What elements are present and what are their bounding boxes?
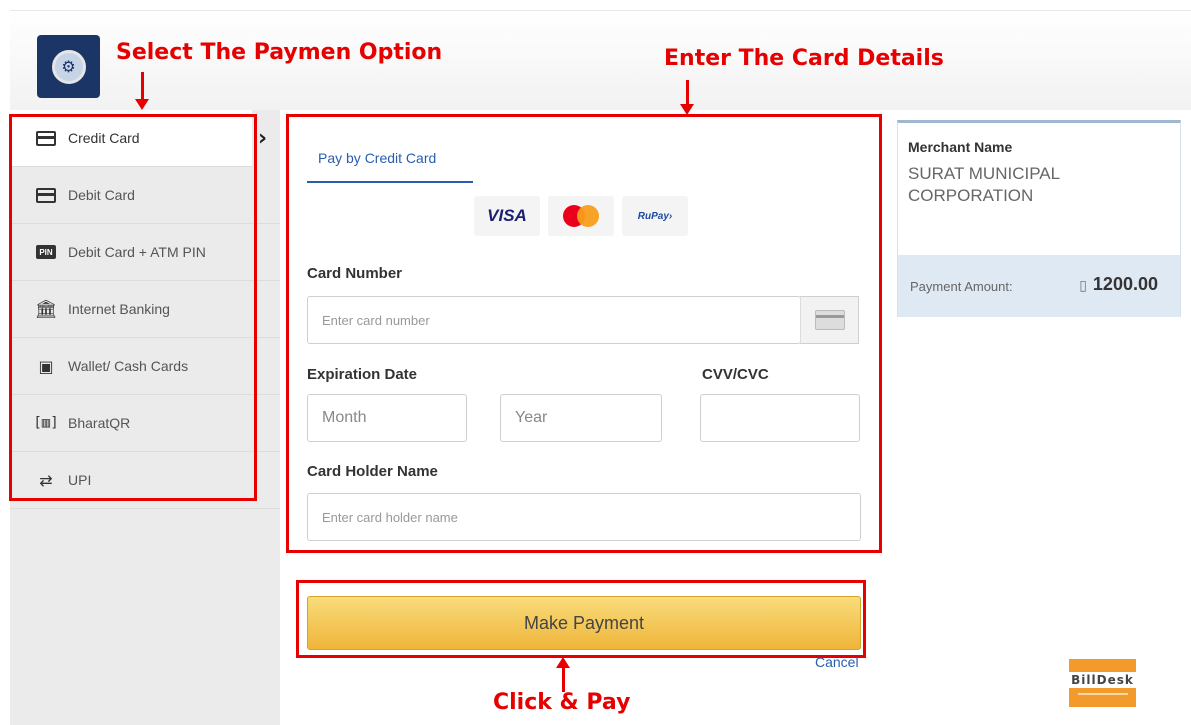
annotation-enter-card: Enter The Card Details [664, 46, 944, 71]
payment-amount-value: ▯ 1200.00 [1079, 274, 1158, 294]
annotation-arrow-select [135, 72, 149, 110]
card-holder-input[interactable]: Enter card holder name [307, 493, 861, 541]
tab-pay-by-credit-card[interactable]: Pay by Credit Card [307, 137, 473, 183]
rupay-logo: RuPay› [622, 196, 688, 236]
payment-amount-strip: Payment Amount: ▯ 1200.00 [898, 255, 1180, 317]
municipal-logo: ⚙ [37, 35, 100, 98]
card-type-icon [800, 296, 859, 344]
annotation-box-pay [296, 580, 866, 658]
merchant-panel: Merchant Name SURAT MUNICIPAL CORPORATIO… [897, 120, 1181, 317]
annotation-arrow-card [680, 80, 694, 115]
annotation-select-payment: Select The Paymen Option [116, 40, 443, 65]
currency-icon: ▯ [1079, 277, 1087, 293]
card-holder-label: Card Holder Name [307, 463, 438, 480]
merchant-heading: Merchant Name [908, 139, 1013, 155]
visa-logo: VISA [474, 196, 540, 236]
merchant-name: SURAT MUNICIPAL CORPORATION [908, 164, 1060, 205]
emblem-icon: ⚙ [51, 49, 86, 84]
billdesk-logo: BillDesk [1067, 659, 1138, 707]
card-number-label: Card Number [307, 265, 403, 282]
expiry-label: Expiration Date [307, 366, 418, 383]
card-number-input[interactable]: Enter card number [307, 296, 801, 344]
annotation-click-pay: Click & Pay [493, 690, 631, 715]
annotation-box-options [9, 114, 257, 501]
payment-amount-label: Payment Amount: [910, 279, 1013, 294]
chevron-right-icon: › [258, 126, 268, 151]
expiry-month-input[interactable]: Month [307, 394, 467, 442]
annotation-arrow-pay [556, 657, 570, 692]
cancel-link[interactable]: Cancel [815, 654, 859, 670]
expiry-year-input[interactable]: Year [500, 394, 662, 442]
mastercard-logo [548, 196, 614, 236]
cvv-input[interactable] [700, 394, 860, 442]
cvv-label: CVV/CVC [702, 366, 769, 383]
